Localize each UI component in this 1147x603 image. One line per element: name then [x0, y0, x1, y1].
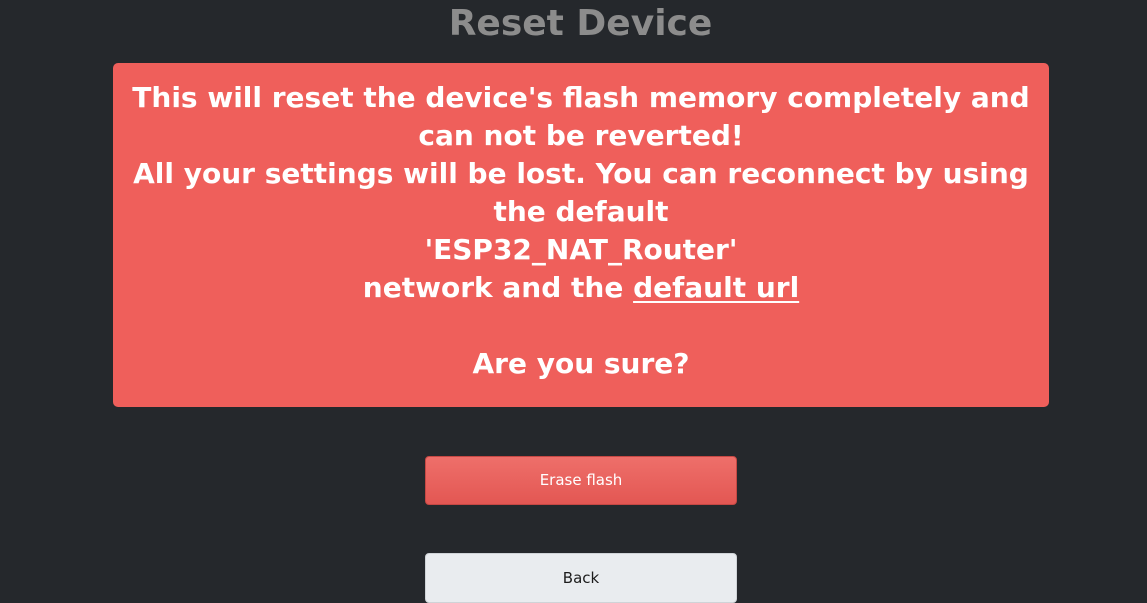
- warning-text-settings-lost: All your settings will be lost. You can …: [133, 157, 1029, 228]
- page-title: Reset Device: [448, 3, 713, 44]
- default-url-link[interactable]: default url: [633, 271, 799, 304]
- warning-spacer: [113, 307, 1049, 345]
- reset-device-page: Reset Device This will reset the device'…: [0, 0, 1147, 603]
- confirm-question: Are you sure?: [472, 347, 690, 380]
- warning-text-revert: This will reset the device's flash memor…: [132, 81, 1030, 152]
- warning-text-network-prefix: network and the: [362, 271, 634, 304]
- erase-flash-button[interactable]: Erase flash: [425, 456, 737, 505]
- warning-alert: This will reset the device's flash memor…: [113, 63, 1049, 407]
- warning-text-network-name: 'ESP32_NAT_Router': [424, 233, 738, 266]
- back-button[interactable]: Back: [425, 553, 737, 603]
- warning-text-default-url-line: network and the default url: [113, 269, 1049, 307]
